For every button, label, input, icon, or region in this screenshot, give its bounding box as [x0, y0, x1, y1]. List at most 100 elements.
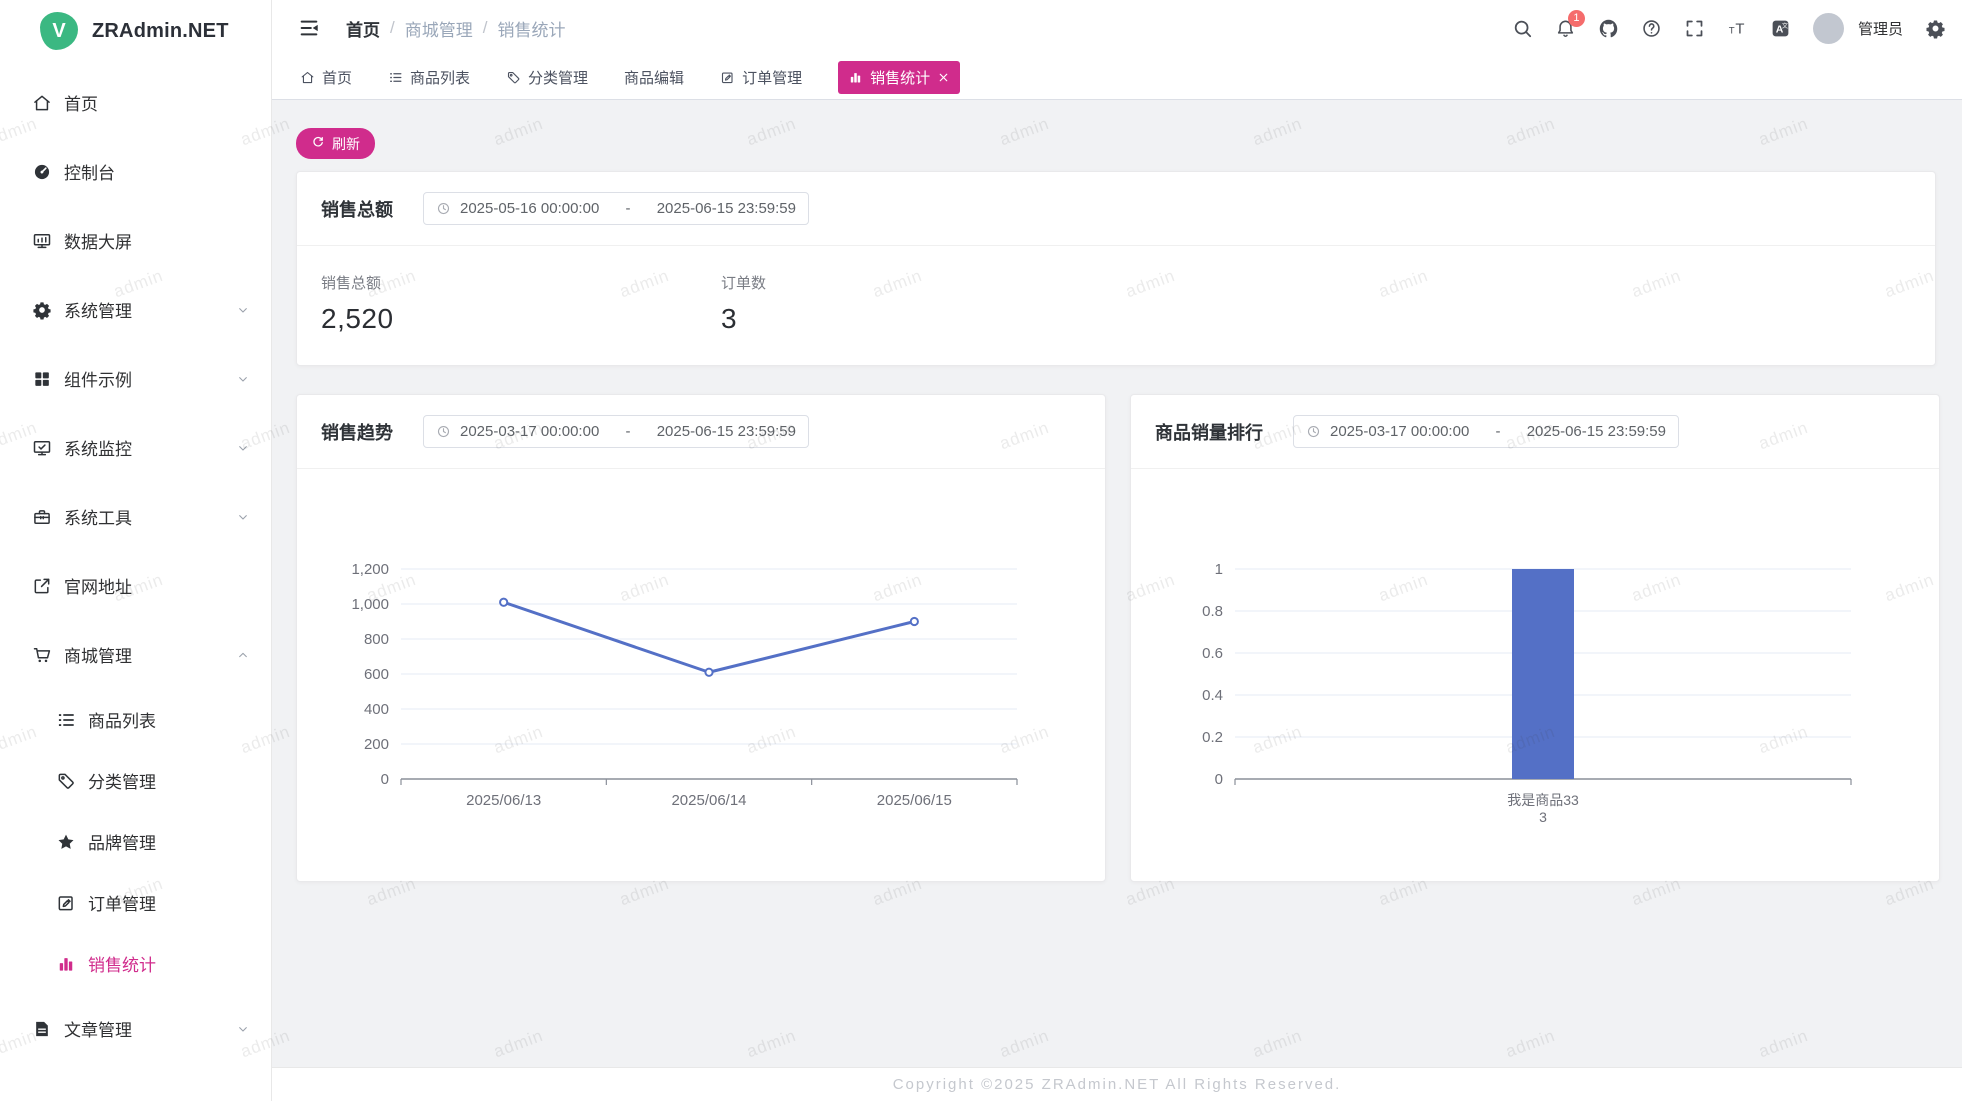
sidebar-item-系统管理[interactable]: 系统管理	[0, 275, 271, 344]
chart-icon	[56, 954, 76, 974]
breadcrumb: 首页 / 商城管理 / 销售统计	[346, 16, 565, 41]
breadcrumb-item[interactable]: 首页	[346, 16, 380, 41]
sidebar-item-订单管理[interactable]: 订单管理	[0, 872, 271, 933]
external-icon	[32, 576, 52, 596]
sales-trend-card-header: 销售趋势 2025-03-17 00:00:00 - 2025-06-15 23…	[297, 395, 1105, 469]
clock-icon	[436, 424, 451, 439]
brand[interactable]: V ZRAdmin.NET	[0, 0, 271, 62]
sidebar-item-控制台[interactable]: 控制台	[0, 137, 271, 206]
search-icon[interactable]	[1512, 18, 1533, 39]
refresh-icon	[311, 135, 325, 152]
gear-icon	[32, 300, 52, 320]
breadcrumb-separator: /	[483, 18, 488, 38]
tab-商品列表[interactable]: 商品列表	[388, 67, 470, 88]
sales-total-card-header: 销售总额 2025-05-16 00:00:00 - 2025-06-15 23…	[297, 172, 1935, 246]
chevdown-icon	[235, 302, 251, 318]
sidebar-item-商品列表[interactable]: 商品列表	[0, 689, 271, 750]
order-icon	[56, 893, 76, 913]
date-separator: -	[599, 423, 656, 440]
monitor-icon	[32, 438, 52, 458]
sidebar-collapse-icon[interactable]	[298, 17, 320, 39]
user-name[interactable]: 管理员	[1858, 18, 1903, 39]
sidebar-item-label: 首页	[64, 90, 98, 115]
tab-销售统计[interactable]: 销售统计	[838, 61, 960, 94]
svg-text:2025/06/15: 2025/06/15	[877, 792, 952, 809]
svg-text:400: 400	[364, 701, 389, 718]
top-navbar: 首页 / 商城管理 / 销售统计 1 TT A文 管理员	[272, 0, 1962, 56]
svg-text:0.4: 0.4	[1202, 687, 1223, 704]
sales-trend-title: 销售趋势	[321, 419, 393, 445]
svg-text:200: 200	[364, 736, 389, 753]
copyright-text: Copyright ©2025 ZRAdmin.NET All Rights R…	[893, 1076, 1342, 1093]
sidebar-item-文章管理[interactable]: 文章管理	[0, 994, 271, 1063]
date-separator: -	[599, 200, 656, 217]
sidebar-item-数据大屏[interactable]: 数据大屏	[0, 206, 271, 275]
brand-name: ZRAdmin.NET	[92, 20, 229, 43]
stat-label: 订单数	[721, 272, 766, 293]
svg-text:0: 0	[381, 771, 389, 788]
language-icon[interactable]: A文	[1770, 18, 1791, 39]
toolbox-icon	[32, 507, 52, 527]
sidebar-item-label: 文章管理	[64, 1016, 132, 1041]
svg-text:1,000: 1,000	[351, 596, 389, 613]
tag-icon	[506, 70, 521, 85]
sidebar-item-label: 数据大屏	[64, 228, 132, 253]
help-icon[interactable]	[1641, 18, 1662, 39]
sidebar-item-label: 商城管理	[64, 642, 132, 667]
stat-销售总额: 销售总额2,520	[321, 272, 721, 335]
stat-value: 3	[721, 303, 766, 335]
home-icon	[300, 70, 315, 85]
svg-text:文: 文	[1782, 22, 1788, 30]
refresh-button[interactable]: 刷新	[296, 128, 375, 159]
settings-gear-icon[interactable]	[1925, 18, 1946, 39]
screen-icon	[32, 231, 52, 251]
sales-trend-date-range[interactable]: 2025-03-17 00:00:00 - 2025-06-15 23:59:5…	[423, 415, 809, 448]
tab-商品编辑[interactable]: 商品编辑	[624, 67, 684, 88]
app-window: V ZRAdmin.NET 首页控制台数据大屏系统管理组件示例系统监控系统工具官…	[0, 0, 1962, 1101]
date-start: 2025-05-16 00:00:00	[460, 200, 599, 217]
svg-text:2025/06/14: 2025/06/14	[671, 792, 746, 809]
svg-text:1,200: 1,200	[351, 561, 389, 578]
product-rank-date-range[interactable]: 2025-03-17 00:00:00 - 2025-06-15 23:59:5…	[1293, 415, 1679, 448]
list-icon	[56, 710, 76, 730]
tab-订单管理[interactable]: 订单管理	[720, 67, 802, 88]
tab-分类管理[interactable]: 分类管理	[506, 67, 588, 88]
page-tabbar: 首页 商品列表 分类管理 商品编辑 订单管理 销售统计	[272, 56, 1962, 100]
close-icon[interactable]	[937, 71, 950, 84]
sidebar-item-官网地址[interactable]: 官网地址	[0, 551, 271, 620]
sales-total-stats: 销售总额2,520订单数 3	[297, 246, 1935, 365]
tab-首页[interactable]: 首页	[300, 67, 352, 88]
product-rank-bar-chart: 00.20.40.60.81我是商品333	[1131, 469, 1939, 892]
breadcrumb-item: 销售统计	[497, 16, 565, 41]
tab-label: 订单管理	[742, 67, 802, 88]
sidebar-item-品牌管理[interactable]: 品牌管理	[0, 811, 271, 872]
sidebar-item-label: 订单管理	[88, 890, 156, 915]
sidebar-item-系统监控[interactable]: 系统监控	[0, 413, 271, 482]
sidebar-item-label: 分类管理	[88, 768, 156, 793]
notification-bell-icon[interactable]: 1	[1555, 18, 1576, 39]
sidebar: V ZRAdmin.NET 首页控制台数据大屏系统管理组件示例系统监控系统工具官…	[0, 0, 272, 1101]
sidebar-item-label: 系统监控	[64, 435, 132, 460]
date-separator: -	[1469, 423, 1526, 440]
sidebar-item-组件示例[interactable]: 组件示例	[0, 344, 271, 413]
svg-text:T: T	[1729, 25, 1735, 36]
date-end: 2025-06-15 23:59:59	[657, 423, 796, 440]
sales-total-date-range[interactable]: 2025-05-16 00:00:00 - 2025-06-15 23:59:5…	[423, 192, 809, 225]
chevdown-icon	[235, 1021, 251, 1037]
date-start: 2025-03-17 00:00:00	[460, 423, 599, 440]
sidebar-item-label: 系统工具	[64, 504, 132, 529]
github-icon[interactable]	[1598, 18, 1619, 39]
sidebar-item-label: 组件示例	[64, 366, 132, 391]
font-size-icon[interactable]: TT	[1727, 18, 1748, 39]
sidebar-item-销售统计[interactable]: 销售统计	[0, 933, 271, 994]
sidebar-item-首页[interactable]: 首页	[0, 68, 271, 137]
breadcrumb-separator: /	[390, 18, 395, 38]
cart-icon	[32, 645, 52, 665]
tab-label: 商品编辑	[624, 67, 684, 88]
sidebar-item-商城管理[interactable]: 商城管理	[0, 620, 271, 689]
sidebar-item-系统工具[interactable]: 系统工具	[0, 482, 271, 551]
user-avatar[interactable]	[1813, 13, 1844, 44]
sidebar-item-分类管理[interactable]: 分类管理	[0, 750, 271, 811]
breadcrumb-item: 商城管理	[405, 16, 473, 41]
fullscreen-icon[interactable]	[1684, 18, 1705, 39]
